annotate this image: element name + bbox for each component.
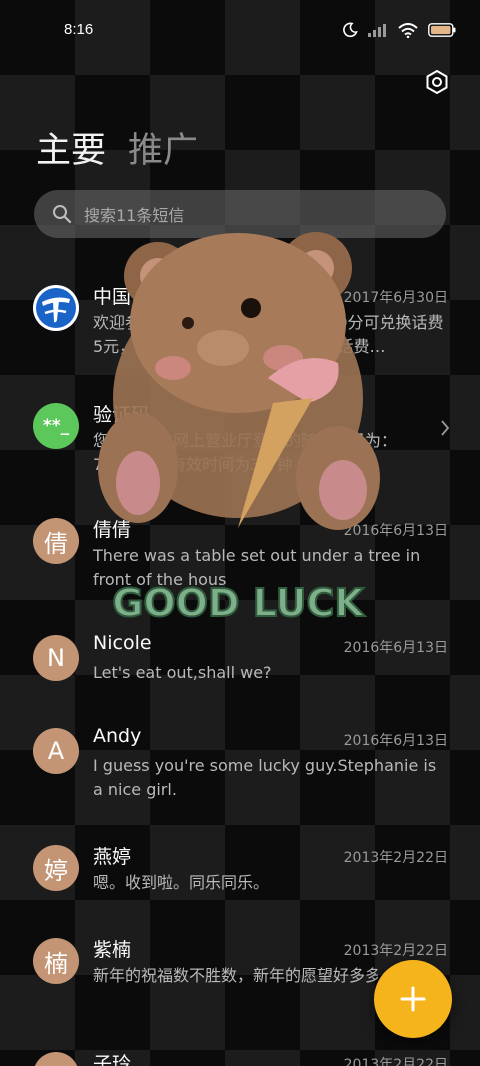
thread-name: 倩倩	[93, 519, 132, 541]
thread-preview: 新年的祝福数不胜数，新年的愿望好多多，新年的问候依旧美好，在这个温馨的	[93, 966, 378, 985]
category-tabs: 主要 推广	[36, 122, 198, 173]
thread-preview: There was a table set out under a tree i…	[93, 546, 421, 589]
compose-button[interactable]	[374, 960, 452, 1038]
settings-button[interactable]	[424, 69, 450, 95]
thread-row[interactable]: **_ 验证码 您好！您的网上营业厅登录的随机密码为：710679。有效时间为3…	[0, 403, 480, 503]
thread-preview: 欢迎参加积分兑换话费活动，每500分可兑换话费5元，兑换话费请回复106或jfd…	[93, 313, 444, 356]
moon-icon	[343, 22, 358, 38]
thread-preview: Let's eat out,shall we?	[93, 663, 272, 682]
thread-preview: 您好！您的网上营业厅登录的随机密码为：710679。有效时间为3分钟	[93, 431, 398, 474]
thread-date: 2016年6月13日	[343, 733, 448, 749]
avatar: 倩	[33, 518, 79, 564]
thread-name: 子玲	[93, 1053, 132, 1066]
thread-date: 2016年6月13日	[343, 640, 448, 656]
telecom-logo-icon	[33, 285, 79, 331]
thread-preview: 嗯。收到啦。同乐同乐。	[93, 873, 270, 892]
thread-date: 2013年2月22日	[343, 850, 448, 866]
thread-row[interactable]: 倩 倩倩 2016年6月13日 There was a table set ou…	[0, 518, 480, 618]
thread-name: Andy	[93, 725, 142, 747]
verification-avatar: **_	[33, 403, 79, 449]
tab-promotions[interactable]: 推广	[128, 122, 198, 173]
chevron-right-icon[interactable]	[440, 419, 450, 437]
thread-name: 中国电信	[93, 286, 170, 308]
thread-date: 2017年6月30日	[343, 290, 448, 306]
thread-row[interactable]: 中国电信 2017年6月30日 欢迎参加积分兑换话费活动，每500分可兑换话费5…	[0, 285, 480, 385]
avatar: N	[33, 635, 79, 681]
plus-icon	[400, 986, 426, 1012]
thread-name: 燕婷	[93, 846, 132, 868]
search-placeholder: 搜索11条短信	[84, 206, 185, 225]
tab-primary[interactable]: 主要	[36, 122, 106, 173]
status-icons	[342, 22, 456, 38]
thread-name: 验证码	[93, 404, 151, 426]
thread-date: 2013年2月22日	[343, 1057, 448, 1066]
battery-icon	[428, 23, 456, 37]
search-icon	[53, 205, 72, 224]
avatar: 楠	[33, 938, 79, 984]
thread-preview: I guess you're some lucky guy.Stephanie …	[93, 756, 437, 799]
avatar: 婷	[33, 845, 79, 891]
thread-date: 2016年6月13日	[343, 523, 448, 539]
thread-row[interactable]: 婷 燕婷 2013年2月22日 嗯。收到啦。同乐同乐。	[0, 845, 480, 945]
avatar: 玲	[33, 1052, 79, 1066]
thread-name: Nicole	[93, 632, 152, 654]
china-telecom-logo-avatar	[33, 285, 79, 331]
status-bar: 8:16	[0, 0, 480, 62]
signal-icon	[368, 24, 386, 37]
gear-icon	[426, 69, 448, 95]
thread-name: 紫楠	[93, 939, 132, 961]
wifi-icon	[398, 22, 418, 38]
status-time: 8:16	[64, 21, 94, 38]
thread-date: 2013年2月22日	[343, 943, 448, 959]
thread-row[interactable]: A Andy 2016年6月13日 I guess you're some lu…	[0, 725, 480, 828]
thread-row[interactable]: N Nicole 2016年6月13日 Let's eat out,shall …	[0, 632, 480, 735]
thread-row[interactable]: 玲 子玲 2013年2月22日	[0, 1052, 480, 1066]
avatar: A	[33, 728, 79, 774]
search-bar[interactable]: 搜索11条短信	[34, 190, 446, 238]
